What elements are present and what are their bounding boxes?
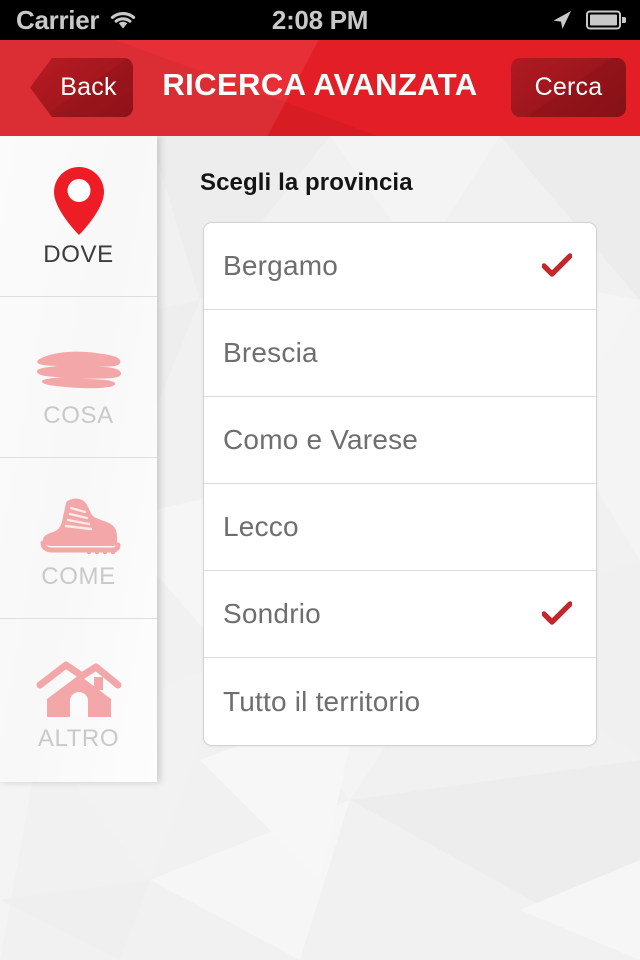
province-list: Bergamo Brescia Como e Varese Lecco Sond… (203, 222, 597, 746)
checkmark-icon (542, 253, 572, 277)
app-screen: Carrier 2:08 PM Back RICERCA AVANZATA Ce… (0, 0, 640, 960)
paint-stroke-icon (32, 324, 126, 398)
sidebar-item-label: ALTRO (37, 724, 120, 752)
sidebar-item-label: COSA (43, 402, 114, 429)
location-arrow-icon (553, 11, 571, 29)
battery-full-icon (586, 10, 626, 30)
list-item-label: Tutto il territorio (223, 685, 421, 717)
list-item-label: Como e Varese (223, 424, 419, 455)
sidebar-item-label: COME (41, 563, 116, 590)
search-button-label: Cerca (534, 73, 603, 101)
section-title: Scegli la provincia (200, 169, 413, 196)
navigation-bar: Back RICERCA AVANZATA Cerca (0, 40, 640, 136)
checkmark-icon (542, 601, 572, 625)
house-icon (36, 647, 122, 721)
category-sidebar: DOVE COSA COME ALTRO (0, 136, 157, 782)
search-button[interactable]: Cerca (511, 58, 626, 117)
list-item[interactable]: Lecco (204, 484, 596, 571)
map-pin-icon (50, 163, 108, 237)
sidebar-item-dove[interactable]: DOVE (0, 136, 157, 297)
list-item-label: Brescia (223, 337, 318, 368)
list-item[interactable]: Tutto il territorio (204, 658, 596, 745)
hiking-boot-icon (35, 485, 123, 559)
list-item-label: Sondrio (223, 598, 321, 629)
sidebar-item-come[interactable]: COME (0, 458, 157, 619)
list-item[interactable]: Como e Varese (204, 397, 596, 484)
status-bar: Carrier 2:08 PM (0, 0, 640, 40)
list-item[interactable]: Sondrio (204, 571, 596, 658)
sidebar-item-altro[interactable]: ALTRO (0, 619, 157, 780)
list-item-label: Bergamo (223, 250, 339, 281)
list-item-label: Lecco (223, 511, 299, 542)
sidebar-item-label: DOVE (43, 241, 114, 268)
sidebar-item-cosa[interactable]: COSA (0, 297, 157, 458)
list-item[interactable]: Brescia (204, 310, 596, 397)
list-item[interactable]: Bergamo (204, 223, 596, 310)
clock-label: 2:08 PM (271, 4, 369, 35)
main-content: Scegli la provincia Bergamo Brescia Como… (157, 136, 640, 960)
